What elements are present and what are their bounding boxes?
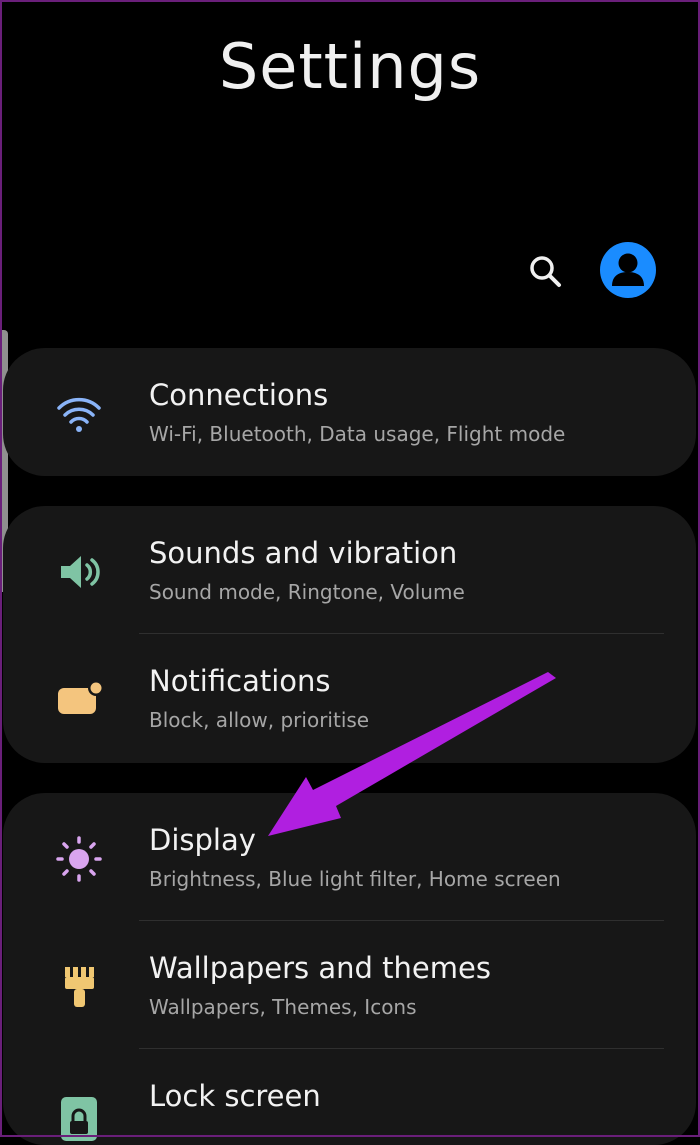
wallpapers-title: Wallpapers and themes: [149, 951, 491, 985]
notification-icon: [53, 674, 105, 726]
display-title: Display: [149, 823, 256, 857]
settings-item-lockscreen[interactable]: Lock screen: [3, 1049, 696, 1145]
search-icon: [530, 256, 561, 287]
notifications-subtitle: Block, allow, prioritise: [149, 708, 370, 732]
connections-subtitle: Wi-Fi, Bluetooth, Data usage, Flight mod…: [149, 422, 566, 446]
settings-group-display: Display Brightness, Blue light filter, H…: [3, 793, 696, 1145]
wallpapers-subtitle: Wallpapers, Themes, Icons: [149, 995, 417, 1019]
account-icon: [612, 253, 644, 286]
search-button[interactable]: [522, 248, 568, 294]
lockscreen-title: Lock screen: [149, 1079, 321, 1113]
settings-group-connections: Connections Wi-Fi, Bluetooth, Data usage…: [3, 348, 696, 476]
sun-icon: [53, 833, 105, 885]
settings-item-wallpapers[interactable]: Wallpapers and themes Wallpapers, Themes…: [3, 921, 696, 1049]
speaker-icon: [53, 546, 105, 598]
wifi-icon: [53, 388, 105, 440]
profile-button[interactable]: [600, 242, 656, 298]
settings-item-notifications[interactable]: Notifications Block, allow, prioritise: [3, 634, 696, 762]
settings-item-connections[interactable]: Connections Wi-Fi, Bluetooth, Data usage…: [3, 348, 696, 476]
sounds-title: Sounds and vibration: [149, 536, 458, 570]
display-subtitle: Brightness, Blue light filter, Home scre…: [149, 867, 561, 891]
notifications-title: Notifications: [149, 664, 331, 698]
lock-icon: [53, 1089, 105, 1141]
sounds-subtitle: Sound mode, Ringtone, Volume: [149, 580, 465, 604]
settings-item-sounds[interactable]: Sounds and vibration Sound mode, Rington…: [3, 506, 696, 634]
settings-group-sounds-notifications: Sounds and vibration Sound mode, Rington…: [3, 506, 696, 763]
settings-item-display[interactable]: Display Brightness, Blue light filter, H…: [3, 793, 696, 921]
page-title: Settings: [218, 30, 482, 103]
connections-title: Connections: [149, 378, 329, 412]
paintbrush-icon: [53, 961, 105, 1013]
